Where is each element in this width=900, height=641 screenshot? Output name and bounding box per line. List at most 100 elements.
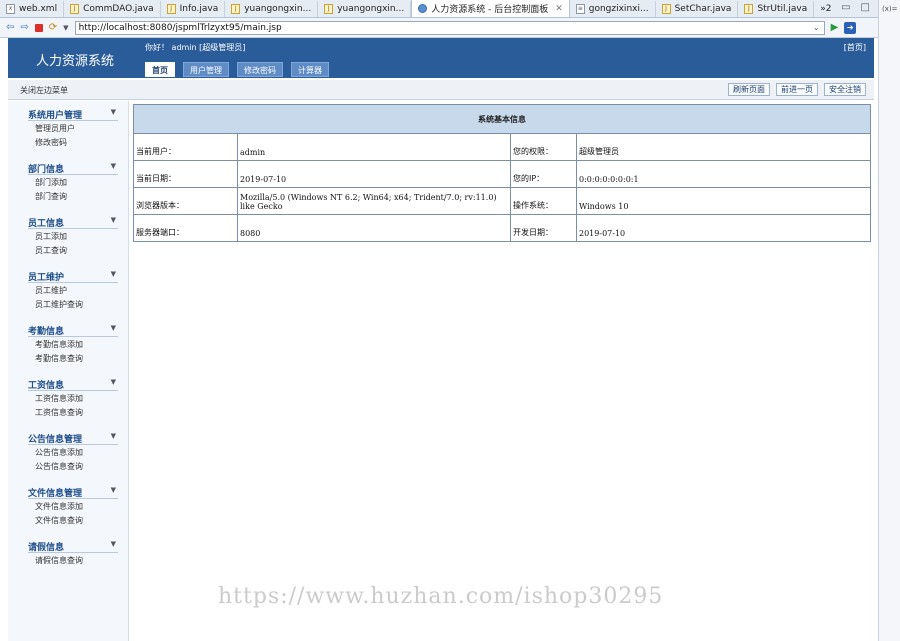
menu-item[interactable]: 管理员用户 bbox=[28, 122, 118, 135]
chevron-down-icon: ▼ bbox=[110, 432, 116, 440]
chevron-down-icon: ▼ bbox=[110, 378, 116, 386]
table-row: 当前用户： admin 您的权限： 超级管理员 bbox=[133, 133, 871, 161]
menu-group-title[interactable]: 考勤信息 ▼ bbox=[28, 324, 118, 337]
editor-tab-active[interactable]: 人力资源系统 - 后台控制面板 ✕ bbox=[411, 0, 570, 17]
toolbar: 关闭左边菜单 刷新页面 前进一页 安全注销 bbox=[8, 80, 874, 100]
table-row: 当前日期： 2019-07-10 您的IP： 0:0:0:0:0:0:0:1 bbox=[133, 160, 871, 188]
info-label: 当前日期： bbox=[133, 160, 238, 188]
info-label: 服务器端口： bbox=[133, 214, 238, 242]
info-value: Mozilla/5.0 (Windows NT 6.2; Win64; x64;… bbox=[237, 187, 511, 215]
menu-item[interactable]: 文件信息添加 bbox=[28, 500, 118, 513]
menu-item[interactable]: 公告信息添加 bbox=[28, 446, 118, 459]
open-external-icon[interactable]: ➜ bbox=[844, 21, 857, 34]
refresh-icon[interactable]: ⟳ bbox=[49, 22, 57, 33]
info-value: 2019-07-10 bbox=[237, 160, 511, 188]
tab-overflow[interactable]: »2 bbox=[814, 1, 837, 17]
menu-item[interactable]: 工资信息查询 bbox=[28, 406, 118, 419]
menu-group-title[interactable]: 部门信息 ▼ bbox=[28, 162, 118, 175]
table-row: 浏览器版本： Mozilla/5.0 (Windows NT 6.2; Win6… bbox=[133, 187, 871, 215]
chevron-down-icon[interactable]: ▼ bbox=[63, 24, 68, 32]
editor-tab[interactable]: J CommDAO.java bbox=[64, 1, 161, 17]
tab-change-password[interactable]: 修改密码 bbox=[237, 62, 283, 77]
menu-group: 员工维护 ▼ 员工维护 员工维护查询 bbox=[28, 270, 118, 311]
go-forward-button[interactable]: 前进一页 bbox=[776, 83, 818, 96]
chevron-down-icon[interactable]: ⌄ bbox=[813, 22, 820, 34]
browser-globe-icon bbox=[418, 4, 428, 13]
menu-group-title[interactable]: 员工信息 ▼ bbox=[28, 216, 118, 229]
menu-item[interactable]: 员工维护查询 bbox=[28, 298, 118, 311]
window-controls: ▭ □ bbox=[841, 2, 870, 13]
editor-tab[interactable]: x web.xml bbox=[0, 1, 65, 17]
close-icon[interactable]: ✕ bbox=[555, 4, 563, 14]
java-file-icon: J bbox=[70, 4, 80, 14]
tab-user-management[interactable]: 用户管理 bbox=[183, 62, 229, 77]
watermark-text: https://www.huzhan.com/ishop30295 bbox=[218, 584, 664, 609]
menu-group: 工资信息 ▼ 工资信息添加 工资信息查询 bbox=[28, 378, 118, 419]
left-menu: 系统用户管理 ▼ 管理员用户 修改密码 部门信息 ▼ 部门添加 部门查询 员工信息 ▼… bbox=[8, 101, 129, 641]
menu-group-title[interactable]: 工资信息 ▼ bbox=[28, 378, 118, 391]
java-file-icon: J bbox=[744, 4, 754, 14]
minimize-icon[interactable]: ▭ bbox=[841, 2, 850, 13]
chevron-down-icon: ▼ bbox=[110, 324, 116, 332]
menu-item[interactable]: 部门添加 bbox=[28, 176, 118, 189]
menu-item[interactable]: 公告信息查询 bbox=[28, 460, 118, 473]
editor-tab[interactable]: J StrUtil.java bbox=[738, 1, 815, 17]
info-value: 2019-07-10 bbox=[576, 214, 871, 242]
main-content: 系统基本信息 当前用户： admin 您的权限： 超级管理员 当前日期： 201… bbox=[131, 101, 878, 641]
editor-tab[interactable]: J Info.java bbox=[161, 1, 226, 17]
close-left-menu-link[interactable]: 关闭左边菜单 bbox=[20, 85, 68, 96]
maximize-icon[interactable]: □ bbox=[861, 2, 870, 13]
logout-button[interactable]: 安全注销 bbox=[824, 83, 866, 96]
editor-tab[interactable]: Jyuangongxin... bbox=[318, 1, 412, 17]
menu-item[interactable]: 部门查询 bbox=[28, 190, 118, 203]
menu-group: 员工信息 ▼ 员工添加 员工查询 bbox=[28, 216, 118, 257]
info-label: 开发日期： bbox=[510, 214, 577, 242]
xml-file-icon: x bbox=[6, 4, 15, 14]
stop-icon[interactable] bbox=[34, 23, 43, 32]
info-label: 您的权限： bbox=[510, 133, 577, 161]
java-file-icon: J bbox=[324, 4, 334, 14]
menu-item[interactable]: 工资信息添加 bbox=[28, 392, 118, 405]
forward-arrow-icon[interactable]: ⇨ bbox=[20, 22, 28, 33]
menu-group-title[interactable]: 系统用户管理 ▼ bbox=[28, 108, 118, 121]
toolbar-buttons: 刷新页面 前进一页 安全注销 bbox=[728, 83, 866, 96]
menu-item[interactable]: 员工查询 bbox=[28, 244, 118, 257]
editor-tab[interactable]: ≡ gongzixinxi... bbox=[570, 1, 656, 17]
back-arrow-icon[interactable]: ⇦ bbox=[6, 22, 14, 33]
menu-group: 请假信息 ▼ 请假信息查询 bbox=[28, 540, 118, 567]
editor-tab[interactable]: J SetChar.java bbox=[656, 1, 739, 17]
java-file-icon: J bbox=[231, 4, 241, 14]
system-info-table: 系统基本信息 当前用户： admin 您的权限： 超级管理员 当前日期： 201… bbox=[133, 104, 871, 242]
menu-group-title[interactable]: 员工维护 ▼ bbox=[28, 270, 118, 283]
tab-calculator[interactable]: 计算器 bbox=[291, 62, 329, 77]
menu-group-title[interactable]: 公告信息管理 ▼ bbox=[28, 432, 118, 445]
go-icon[interactable]: ▶ bbox=[831, 22, 839, 33]
menu-group: 公告信息管理 ▼ 公告信息添加 公告信息查询 bbox=[28, 432, 118, 473]
editor-tab[interactable]: Jyuangongxin... bbox=[225, 1, 319, 17]
editor-tab-strip: x web.xml J CommDAO.java J Info.java Jyuang… bbox=[0, 0, 900, 18]
menu-item[interactable]: 员工维护 bbox=[28, 284, 118, 297]
refresh-page-button[interactable]: 刷新页面 bbox=[728, 83, 770, 96]
chevron-down-icon: ▼ bbox=[110, 540, 116, 548]
menu-item[interactable]: 员工添加 bbox=[28, 230, 118, 243]
info-value: Windows 10 bbox=[576, 187, 871, 215]
home-link[interactable]: [首页] bbox=[844, 42, 866, 53]
menu-item[interactable]: 考勤信息查询 bbox=[28, 352, 118, 365]
menu-item[interactable]: 考勤信息添加 bbox=[28, 338, 118, 351]
variables-view-label[interactable]: (x)= V bbox=[879, 0, 900, 13]
chevron-down-icon: ▼ bbox=[110, 270, 116, 278]
user-greeting: 你好！ admin [超级管理员] bbox=[145, 43, 246, 52]
tab-home[interactable]: 首页 bbox=[145, 62, 175, 77]
menu-group-title[interactable]: 文件信息管理 ▼ bbox=[28, 486, 118, 499]
menu-group-title[interactable]: 请假信息 ▼ bbox=[28, 540, 118, 553]
url-input[interactable]: http://localhost:8080/jspmlTrlzyxt95/mai… bbox=[74, 20, 825, 35]
menu-group: 系统用户管理 ▼ 管理员用户 修改密码 bbox=[28, 108, 118, 149]
file-icon: ≡ bbox=[575, 4, 585, 14]
chevron-down-icon: ▼ bbox=[110, 216, 116, 224]
side-panel: (x)= V bbox=[878, 0, 900, 641]
menu-item[interactable]: 请假信息查询 bbox=[28, 554, 118, 567]
main-nav-tabs: 首页 用户管理 修改密码 计算器 bbox=[145, 62, 329, 77]
menu-item[interactable]: 修改密码 bbox=[28, 136, 118, 149]
menu-group: 文件信息管理 ▼ 文件信息添加 文件信息查询 bbox=[28, 486, 118, 527]
menu-item[interactable]: 文件信息查询 bbox=[28, 514, 118, 527]
